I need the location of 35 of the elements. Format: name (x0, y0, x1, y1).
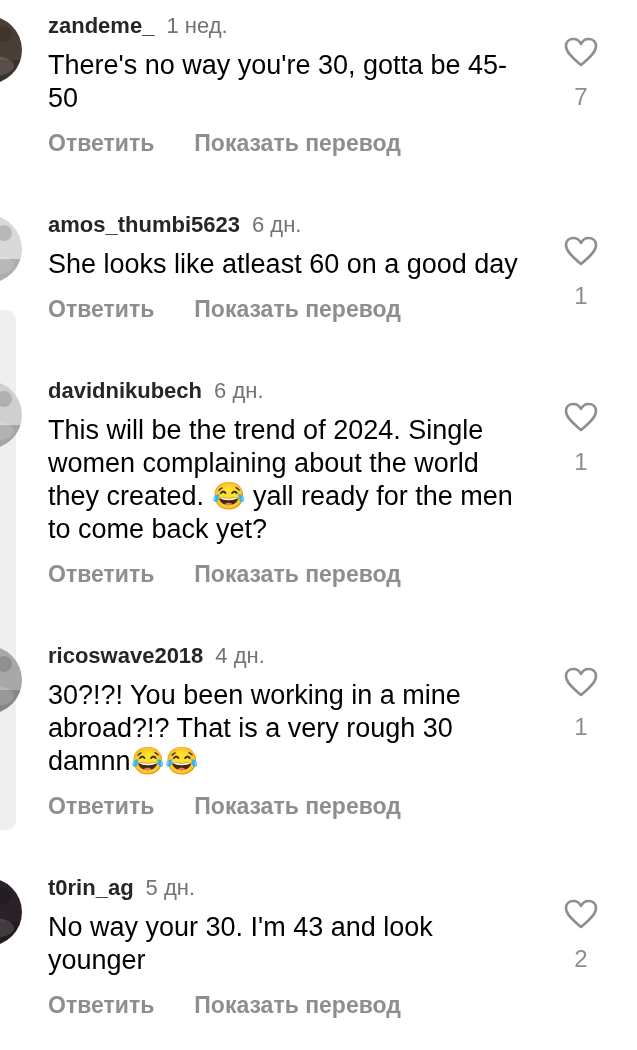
heart-icon[interactable] (564, 402, 598, 432)
username-link[interactable]: zandeme_ (48, 8, 155, 42)
translate-link[interactable]: Показать перевод (194, 788, 401, 824)
username-link[interactable]: davidnikubech (48, 373, 203, 407)
comment-time: 4 дн. (215, 641, 265, 670)
comment-text: This will be the trend of 2024. Single women complaining about the world they created. 😂 yall ready for the men to come back yet? (48, 414, 514, 546)
translate-link[interactable]: Показать перевод (194, 125, 401, 161)
translate-link[interactable]: Показать перевод (194, 291, 401, 327)
reply-link[interactable]: Ответить (48, 788, 155, 824)
like-count: 1 (574, 281, 588, 311)
comment-time: 5 дн. (145, 873, 196, 902)
username-link[interactable]: ricoswave2018 (48, 638, 204, 672)
translate-link[interactable]: Показать перевод (194, 556, 401, 592)
heart-icon[interactable] (564, 236, 598, 266)
comment-text: No way your 30. I'm 43 and look younger (48, 911, 434, 977)
comment-text: There's no way you're 30, gotta be 45-50 (48, 49, 509, 115)
heart-icon[interactable] (564, 667, 598, 697)
translate-link[interactable]: Показать перевод (194, 987, 401, 1023)
comment-time: 6 дн. (214, 376, 264, 405)
comment-time: 1 нед. (166, 11, 228, 40)
reply-link[interactable]: Ответить (48, 125, 155, 161)
reply-link[interactable]: Ответить (48, 556, 155, 592)
reply-link[interactable]: Ответить (48, 987, 155, 1023)
heart-icon[interactable] (564, 899, 598, 929)
like-count: 2 (574, 944, 588, 974)
like-count: 7 (574, 82, 588, 112)
like-count: 1 (574, 447, 588, 477)
reply-link[interactable]: Ответить (48, 291, 155, 327)
comment-time: 6 дн. (251, 210, 302, 239)
username-link[interactable]: t0rin_ag (48, 870, 134, 904)
comment-text: She looks like atleast 60 on a good day (48, 248, 519, 281)
like-count: 1 (574, 712, 588, 742)
heart-icon[interactable] (564, 37, 598, 67)
comment-text: 30?!?! You been working in a mine abroad?!? That is a very rough 30 damnn😂😂 (48, 679, 462, 778)
username-link[interactable]: amos_thumbi5623 (48, 207, 240, 241)
